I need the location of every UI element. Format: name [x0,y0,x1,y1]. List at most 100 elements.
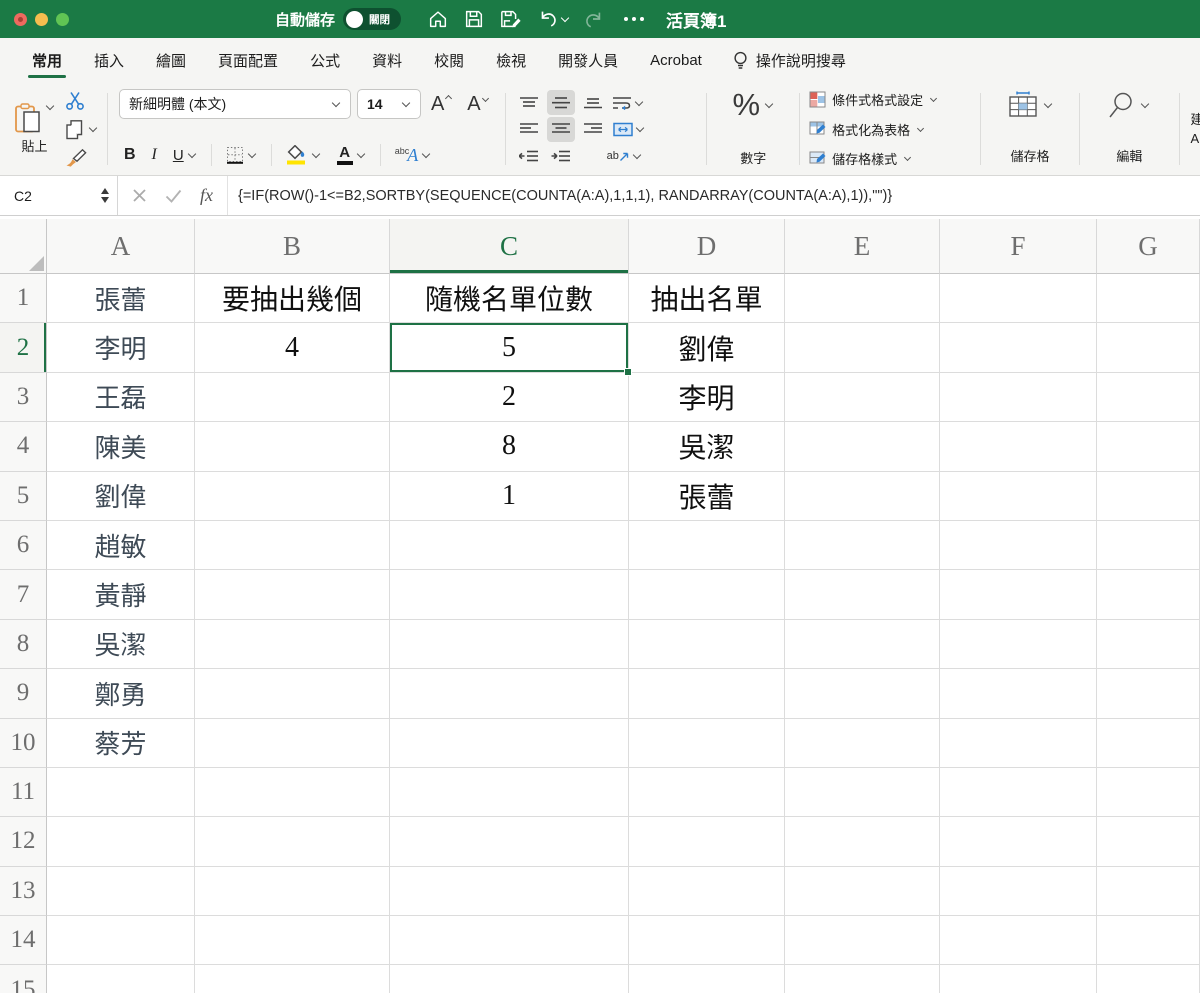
cell-D5[interactable]: 張蕾 [629,472,785,521]
cell-A1[interactable]: 張蕾 [47,274,195,323]
tab-5[interactable]: 資料 [356,38,418,83]
cell-G12[interactable] [1097,817,1200,866]
font-name-select[interactable]: 新細明體 (本文) [119,89,351,119]
row-header-4[interactable]: 4 [0,422,47,471]
cell-G6[interactable] [1097,521,1200,570]
fill-color-button[interactable] [281,141,326,169]
cell-A13[interactable] [47,867,195,916]
font-name-chevron-icon[interactable] [332,99,340,107]
italic-button[interactable]: I [147,141,162,169]
row-header-15[interactable]: 15 [0,965,47,993]
align-middle-button[interactable] [547,90,575,115]
row-header-7[interactable]: 7 [0,570,47,619]
cell-C15[interactable] [390,965,629,993]
save-icon[interactable] [463,8,485,30]
column-header-C[interactable]: C [390,219,629,274]
underline-chevron-icon[interactable] [187,150,195,158]
font-color-chevron-icon[interactable] [356,150,364,158]
cell-A9[interactable]: 鄭勇 [47,669,195,718]
cell-D13[interactable] [629,867,785,916]
column-header-E[interactable]: E [785,219,940,274]
cell-B14[interactable] [195,916,390,965]
cell-D12[interactable] [629,817,785,866]
cell-A2[interactable]: 李明 [47,323,195,372]
row-header-2[interactable]: 2 [0,323,47,372]
cell-E14[interactable] [785,916,940,965]
column-header-A[interactable]: A [47,219,195,274]
row-header-5[interactable]: 5 [0,472,47,521]
cell-F2[interactable] [940,323,1097,372]
cell-G1[interactable] [1097,274,1200,323]
close-window-button[interactable] [14,13,27,26]
cell-F4[interactable] [940,422,1097,471]
cell-E13[interactable] [785,867,940,916]
cell-B4[interactable] [195,422,390,471]
enter-check-icon[interactable] [165,189,182,203]
cut-button[interactable] [65,91,85,110]
select-all-corner[interactable] [0,219,47,274]
cell-A4[interactable]: 陳美 [47,422,195,471]
cell-styles-button[interactable]: 儲存格樣式 [809,149,971,168]
cell-B1[interactable]: 要抽出幾個 [195,274,390,323]
cell-E15[interactable] [785,965,940,993]
cell-F8[interactable] [940,620,1097,669]
decrease-indent-button[interactable] [515,143,543,168]
phonetic-chevron-icon[interactable] [422,150,430,158]
cell-E12[interactable] [785,817,940,866]
cell-C11[interactable] [390,768,629,817]
cell-C1[interactable]: 隨機名單位數 [390,274,629,323]
cell-A6[interactable]: 趙敏 [47,521,195,570]
cell-D8[interactable] [629,620,785,669]
cell-F12[interactable] [940,817,1097,866]
align-left-button[interactable] [515,117,543,142]
merge-chevron-icon[interactable] [635,124,643,132]
cell-F1[interactable] [940,274,1097,323]
cell-G8[interactable] [1097,620,1200,669]
cell-D6[interactable] [629,521,785,570]
row-header-8[interactable]: 8 [0,620,47,669]
row-header-6[interactable]: 6 [0,521,47,570]
cell-C4[interactable]: 8 [390,422,629,471]
underline-button[interactable]: U [168,141,202,169]
cell-E3[interactable] [785,373,940,422]
cell-G10[interactable] [1097,719,1200,768]
align-top-button[interactable] [515,90,543,115]
cell-B5[interactable] [195,472,390,521]
cell-styles-chevron-icon[interactable] [904,154,911,161]
percent-style-button[interactable]: % [732,89,774,120]
cell-F13[interactable] [940,867,1097,916]
column-header-F[interactable]: F [940,219,1097,274]
row-header-11[interactable]: 11 [0,768,47,817]
home-icon[interactable] [427,8,449,30]
cell-A15[interactable] [47,965,195,993]
cell-B15[interactable] [195,965,390,993]
fill-color-chevron-icon[interactable] [311,150,319,158]
cell-C2[interactable]: 5 [390,323,629,372]
cell-D10[interactable] [629,719,785,768]
orientation-chevron-icon[interactable] [633,150,641,158]
format-as-table-button[interactable]: 格式化為表格 [809,120,971,139]
cells-chevron-icon[interactable] [1044,99,1052,107]
copy-button[interactable] [65,119,98,140]
conditional-formatting-button[interactable]: 條件式格式設定 [809,90,971,109]
tab-9[interactable]: Acrobat [634,38,718,83]
cell-E9[interactable] [785,669,940,718]
cell-F10[interactable] [940,719,1097,768]
cell-F5[interactable] [940,472,1097,521]
row-header-14[interactable]: 14 [0,916,47,965]
cell-C7[interactable] [390,570,629,619]
tab-3[interactable]: 頁面配置 [202,38,294,83]
editing-chevron-icon[interactable] [1141,100,1149,108]
font-size-chevron-icon[interactable] [402,99,410,107]
cell-B2[interactable]: 4 [195,323,390,372]
insert-function-icon[interactable]: fx [200,185,213,206]
cell-C8[interactable] [390,620,629,669]
zoom-window-button[interactable] [56,13,69,26]
cell-G4[interactable] [1097,422,1200,471]
cell-E11[interactable] [785,768,940,817]
cell-E2[interactable] [785,323,940,372]
wrap-text-button[interactable] [611,96,646,110]
cell-F3[interactable] [940,373,1097,422]
row-header-9[interactable]: 9 [0,669,47,718]
bold-button[interactable]: B [119,141,141,169]
